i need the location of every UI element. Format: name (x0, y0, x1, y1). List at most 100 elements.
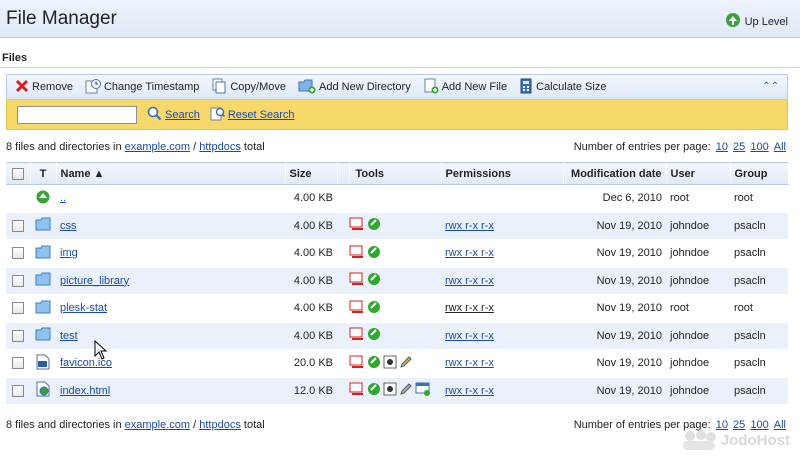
calculate-size-label: Calculate Size (536, 81, 607, 93)
tools-cell (349, 377, 441, 405)
name-header[interactable]: Name ▲ (56, 162, 286, 185)
row-checkbox[interactable] (12, 384, 24, 397)
properties-icon[interactable] (349, 327, 365, 344)
permissions-header[interactable]: Permissions (441, 162, 564, 185)
row-checkbox[interactable] (12, 329, 24, 342)
tools-cell (349, 322, 441, 350)
search-bar: Search Reset Search (6, 100, 788, 130)
permissions-link[interactable]: rwx r-x r-x (445, 330, 494, 342)
file-name-link[interactable]: css (60, 220, 77, 232)
html-editor-icon[interactable] (415, 382, 431, 399)
properties-icon[interactable] (349, 272, 365, 289)
rename-icon[interactable] (367, 245, 381, 262)
pager-option-10[interactable]: 10 (716, 141, 728, 153)
edit-icon[interactable] (399, 355, 413, 372)
table-row[interactable]: img 4.00 KB rwx r-x r-x Nov 19, 2010 johndoe… (6, 239, 788, 268)
type-header[interactable]: T (30, 162, 57, 185)
add-file-button[interactable]: Add New File (423, 78, 507, 97)
calculate-size-button[interactable]: Calculate Size (519, 78, 606, 97)
rename-icon[interactable] (367, 217, 381, 234)
properties-icon[interactable] (349, 217, 365, 234)
change-timestamp-button[interactable]: Change Timestamp (85, 78, 199, 97)
search-input[interactable] (17, 105, 137, 124)
row-checkbox[interactable] (12, 302, 24, 315)
permissions-link[interactable]: rwx r-x r-x (445, 357, 494, 369)
table-row[interactable]: css 4.00 KB rwx r-x r-x Nov 19, 2010 johndoe… (6, 212, 788, 240)
file-name-link[interactable]: img (60, 247, 78, 259)
row-select-cell (6, 212, 30, 240)
properties-icon[interactable] (349, 245, 365, 262)
table-row[interactable]: .. 4.00 KB Dec 6, 2010 root root (6, 184, 788, 213)
remove-icon (15, 79, 29, 96)
properties-icon[interactable] (349, 355, 365, 372)
size-header[interactable]: Size (285, 162, 338, 185)
table-row[interactable]: index.html 12.0 KB rwx r-x r-x Nov 19, 2010… (6, 377, 788, 405)
group-header[interactable]: Group (730, 162, 789, 185)
file-table: T Name ▲ Size Tools Permissions Modifica… (6, 162, 789, 405)
search-button[interactable]: Search (147, 106, 200, 124)
collapse-icon[interactable]: ⌃⌃ (762, 81, 779, 92)
file-name-link[interactable]: .. (60, 192, 66, 204)
search-link[interactable]: Search (165, 109, 200, 121)
view-icon[interactable] (383, 382, 397, 399)
file-name-link[interactable]: plesk-stat (60, 302, 107, 314)
modified-cell: Dec 6, 2010 (563, 184, 666, 213)
type-cell (30, 239, 56, 268)
table-row[interactable]: favicon.ico 20.0 KB rwx r-x r-x Nov 19, 201… (6, 349, 788, 378)
modified-header[interactable]: Modification date (563, 162, 667, 185)
file-name-link[interactable]: picture_library (60, 275, 129, 287)
folder-link[interactable]: httpdocs (199, 141, 241, 153)
row-checkbox[interactable] (12, 219, 24, 232)
empty-cell (337, 267, 349, 295)
domain-link[interactable]: example.com (125, 141, 190, 153)
empty-cell (337, 212, 349, 240)
rename-icon[interactable] (367, 272, 381, 289)
change-timestamp-label: Change Timestamp (103, 81, 200, 93)
reset-search-button[interactable]: Reset Search (210, 106, 295, 124)
properties-icon[interactable] (349, 382, 365, 399)
pager-option-all[interactable]: All (774, 141, 786, 153)
empty-cell (337, 349, 349, 378)
permissions-link[interactable]: rwx r-x r-x (445, 247, 494, 259)
pager-option-25[interactable]: 25 (733, 141, 745, 153)
row-checkbox[interactable] (12, 274, 24, 287)
domain-link[interactable]: example.com (125, 419, 190, 431)
folder-link[interactable]: httpdocs (199, 419, 241, 431)
name-cell: picture_library (56, 267, 285, 295)
table-row[interactable]: plesk-stat 4.00 KB rwx r-x r-x Nov 19, 2010… (6, 294, 788, 323)
row-checkbox[interactable] (12, 247, 24, 260)
file-name-link[interactable]: index.html (60, 385, 110, 397)
view-icon[interactable] (383, 355, 397, 372)
group-cell: psacln (730, 267, 788, 295)
pager-option-100[interactable]: 100 (750, 141, 768, 153)
properties-icon[interactable] (349, 300, 365, 317)
up-level-label: Up Level (744, 15, 788, 28)
permissions-link[interactable]: rwx r-x r-x (445, 220, 494, 232)
name-cell: plesk-stat (56, 294, 285, 323)
reset-search-link[interactable]: Reset Search (228, 109, 295, 121)
remove-button[interactable]: Remove (15, 79, 73, 96)
type-cell (30, 322, 56, 350)
copy-move-button[interactable]: Copy/Move (211, 78, 286, 97)
rename-icon[interactable] (367, 382, 381, 399)
copy-icon (211, 78, 227, 97)
rename-icon[interactable] (367, 327, 381, 344)
permissions-link[interactable]: rwx r-x r-x (445, 385, 494, 397)
up-level-icon (35, 189, 51, 208)
file-name-link[interactable]: test (60, 330, 78, 342)
rename-icon[interactable] (367, 300, 381, 317)
select-all-checkbox[interactable] (11, 167, 24, 180)
user-header[interactable]: User (666, 162, 731, 185)
rename-icon[interactable] (367, 355, 381, 372)
size-cell: 12.0 KB (285, 377, 337, 405)
row-checkbox[interactable] (12, 357, 24, 370)
add-directory-button[interactable]: Add New Directory (298, 78, 411, 97)
up-level-button[interactable]: Up Level (725, 12, 788, 31)
summary-prefix: 8 files and directories in (6, 419, 122, 431)
edit-icon[interactable] (399, 382, 413, 399)
table-row[interactable]: test 4.00 KB rwx r-x r-x Nov 19, 2010 johndo… (6, 322, 788, 350)
table-row[interactable]: picture_library 4.00 KB rwx r-x r-x Nov 19,… (6, 267, 788, 295)
row-select-cell (6, 377, 30, 405)
select-all-header[interactable] (6, 162, 31, 185)
permissions-link[interactable]: rwx r-x r-x (445, 275, 494, 287)
